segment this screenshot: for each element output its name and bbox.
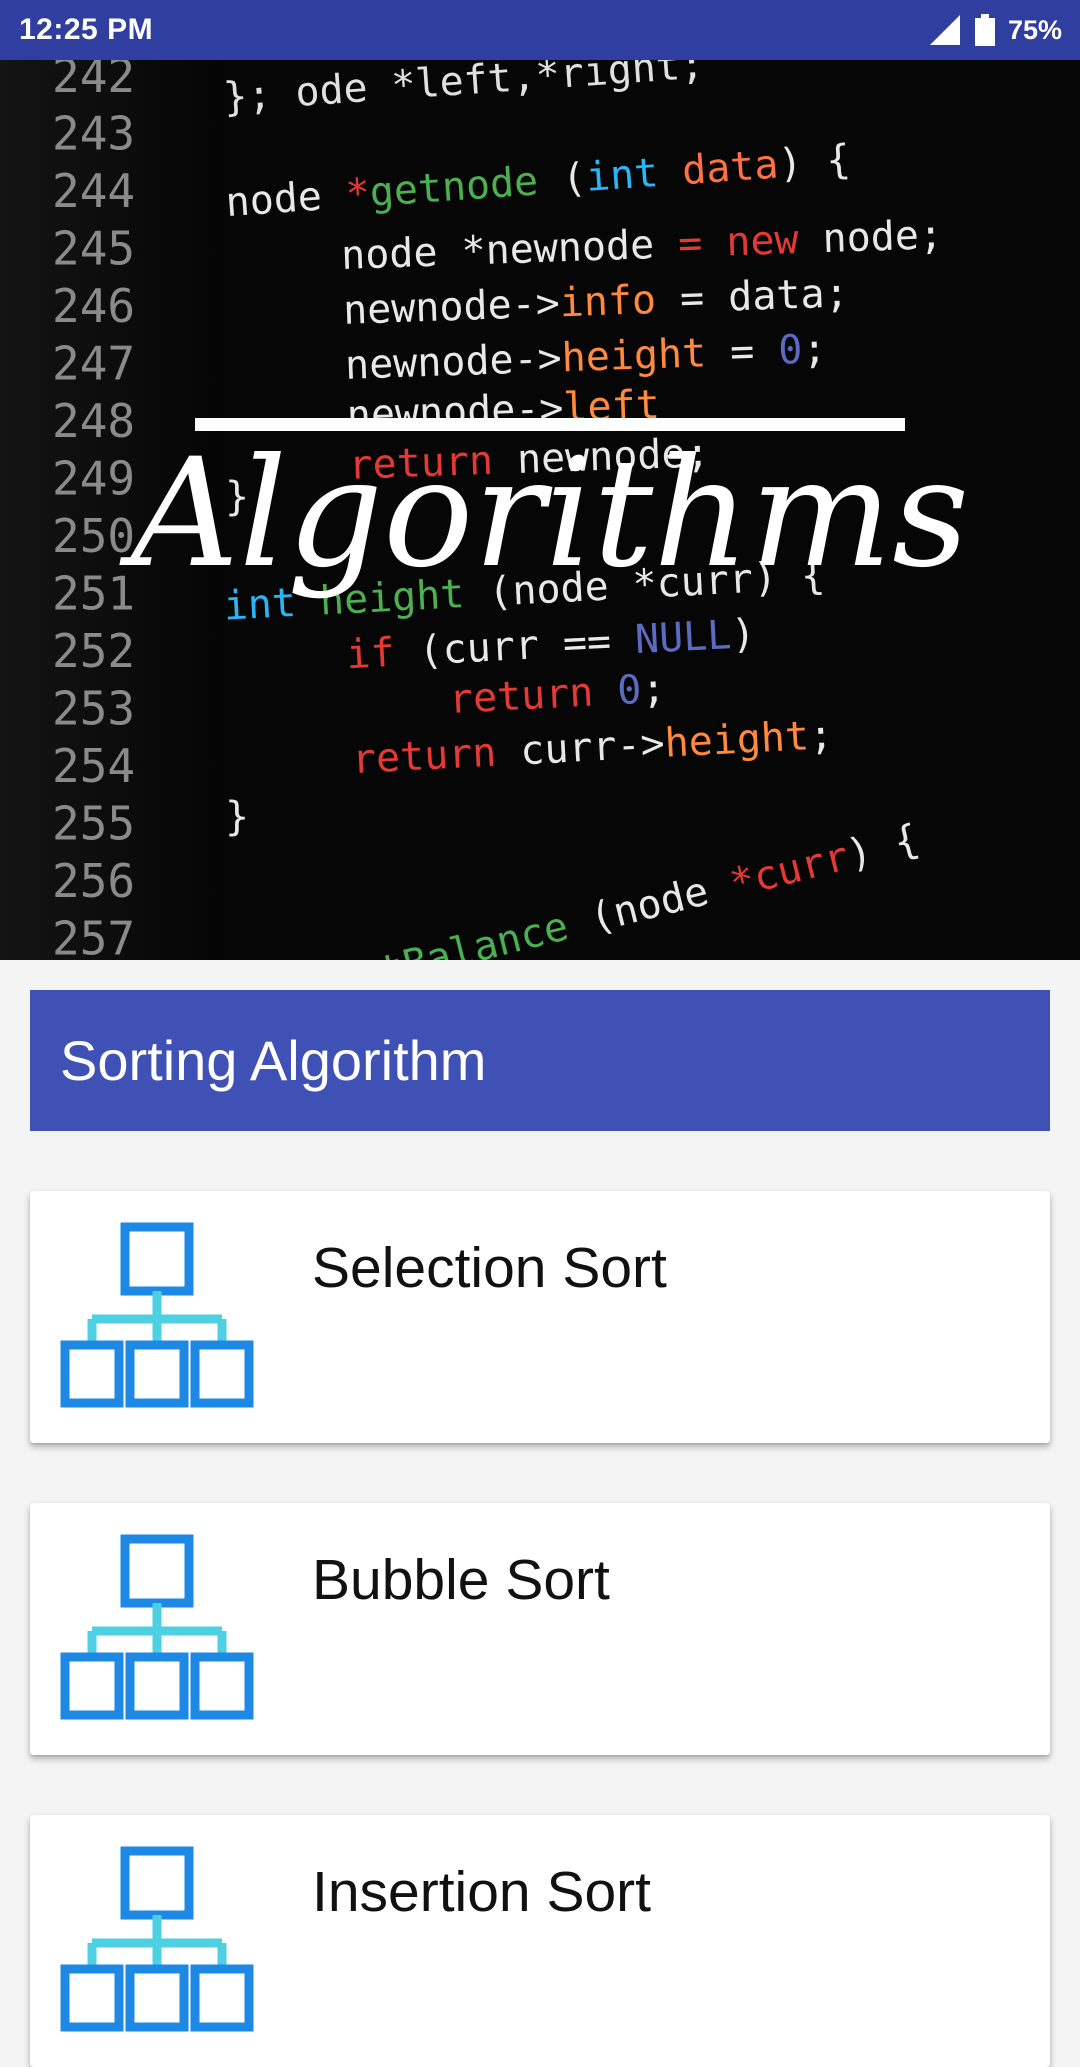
- list-item-insertion-sort[interactable]: Insertion Sort: [30, 1815, 1050, 2067]
- code-line-number: 242: [52, 60, 135, 103]
- section-header: Sorting Algorithm: [30, 990, 1050, 1131]
- status-time: 12:25 PM: [19, 13, 154, 46]
- list-item-label: Bubble Sort: [312, 1548, 610, 1612]
- code-line-number: 250: [52, 509, 135, 563]
- code-line-number: 244: [52, 164, 135, 218]
- code-line-number: 252: [52, 624, 135, 678]
- code-line-number: 255: [52, 797, 135, 851]
- hierarchy-icon: [60, 1846, 254, 2032]
- code-line-numbers: 2422432442452462472482492502512522532542…: [52, 60, 135, 960]
- list-item-label: Selection Sort: [312, 1236, 667, 1300]
- code-line-number: 257: [52, 912, 135, 961]
- svg-text:}: }: [225, 794, 249, 840]
- section-title: Sorting Algorithm: [60, 1029, 487, 1092]
- list-item-selection-sort[interactable]: Selection Sort: [30, 1191, 1050, 1443]
- code-line-number: 249: [52, 452, 135, 506]
- code-line-number: 245: [52, 222, 135, 276]
- status-bar: 12:25 PM 75%: [0, 0, 1080, 60]
- code-line-number: 243: [52, 107, 135, 161]
- code-line-number: 253: [52, 682, 135, 736]
- header-banner-image: 242 243 244 245 246 247 248 249 250 251 252 253 254 2…: [0, 60, 1080, 960]
- code-line-number: 247: [52, 337, 135, 391]
- list-item-bubble-sort[interactable]: Bubble Sort: [30, 1503, 1050, 1755]
- battery-percent: 75%: [1007, 14, 1062, 45]
- banner-title: Algorithms: [119, 427, 969, 601]
- signal-icon: [929, 15, 960, 45]
- status-indicators: 75%: [928, 13, 1062, 47]
- code-line-number: 248: [52, 394, 135, 448]
- hierarchy-icon: [60, 1534, 254, 1720]
- code-line-number: 251: [52, 567, 135, 621]
- code-line-number: 246: [52, 279, 135, 333]
- hierarchy-icon: [60, 1222, 254, 1408]
- code-line-number: 256: [52, 854, 135, 908]
- code-line-number: 254: [52, 739, 135, 793]
- battery-icon: [974, 14, 995, 46]
- list-item-label: Insertion Sort: [312, 1860, 651, 1924]
